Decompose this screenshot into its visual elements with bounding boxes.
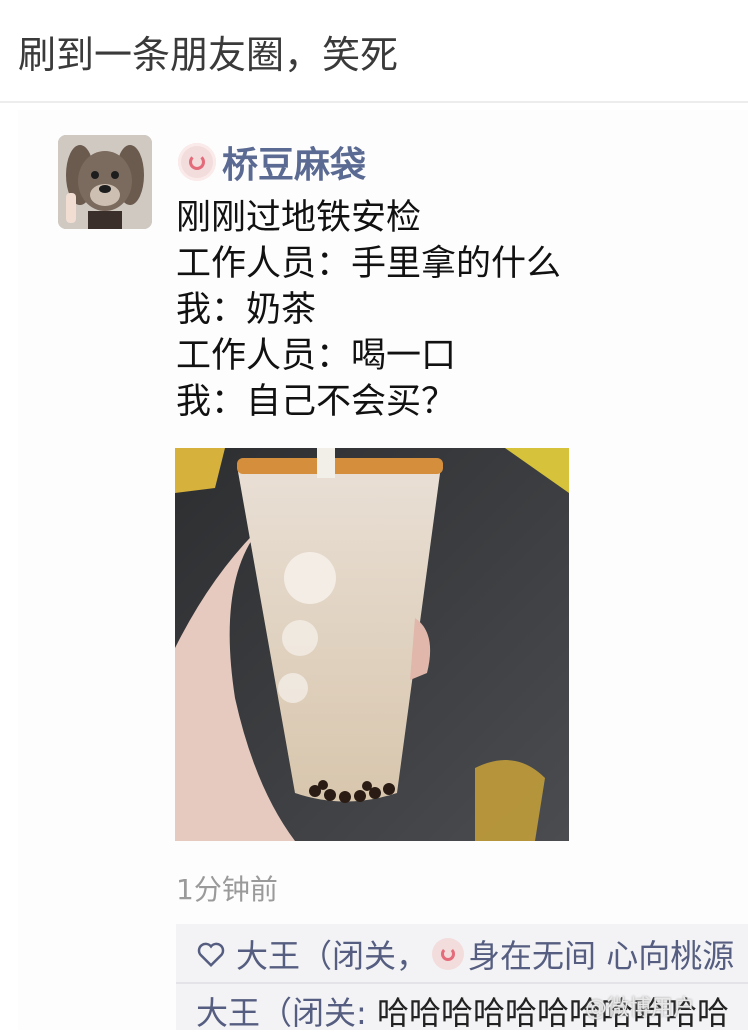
- likes-row: 大王（闭关， 身在无间 心向桃源: [196, 932, 734, 976]
- username-row[interactable]: 桥豆麻袋: [178, 140, 366, 186]
- pink-swirl-icon: [432, 938, 465, 970]
- post-line: 刚刚过地铁安检: [176, 198, 422, 238]
- post-line: 工作人员：喝一口: [176, 336, 457, 376]
- watermark: @微博用户: [585, 996, 696, 1021]
- post-timestamp: 1分钟前: [176, 873, 278, 906]
- username[interactable]: 桥豆麻袋: [222, 136, 366, 188]
- heart-outline-icon[interactable]: [196, 939, 226, 969]
- pink-swirl-icon: [178, 143, 216, 181]
- post-text: 刚刚过地铁安检 工作人员：手里拿的什么 我：奶茶 工作人员：喝一口 我：自己不会…: [176, 195, 736, 425]
- post-line: 工作人员：手里拿的什么: [176, 244, 562, 284]
- milk-tea-cup-photo: [175, 448, 569, 841]
- comment-author[interactable]: 大王（闭关:: [196, 994, 367, 1032]
- like-user-1[interactable]: 大王（闭关，: [236, 931, 428, 977]
- header: 刷到一条朋友圈，笑死: [0, 0, 748, 103]
- page-title: 刷到一条朋友圈，笑死: [18, 33, 399, 77]
- like-user-2[interactable]: 身在无间 心向桃源: [468, 931, 734, 977]
- post-line: 我：自己不会买？: [176, 382, 457, 422]
- post-photo[interactable]: [175, 448, 569, 841]
- avatar[interactable]: [58, 135, 152, 229]
- divider: [176, 982, 748, 984]
- post-line: 我：奶茶: [176, 290, 317, 330]
- dog-avatar-icon: [58, 135, 152, 229]
